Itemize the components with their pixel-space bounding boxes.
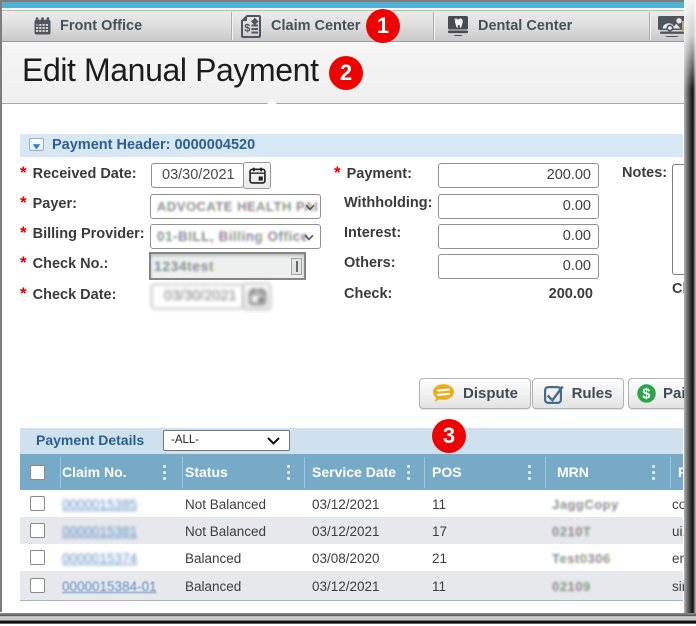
svg-text:$: $	[642, 387, 650, 403]
svg-text:$: $	[244, 22, 250, 34]
